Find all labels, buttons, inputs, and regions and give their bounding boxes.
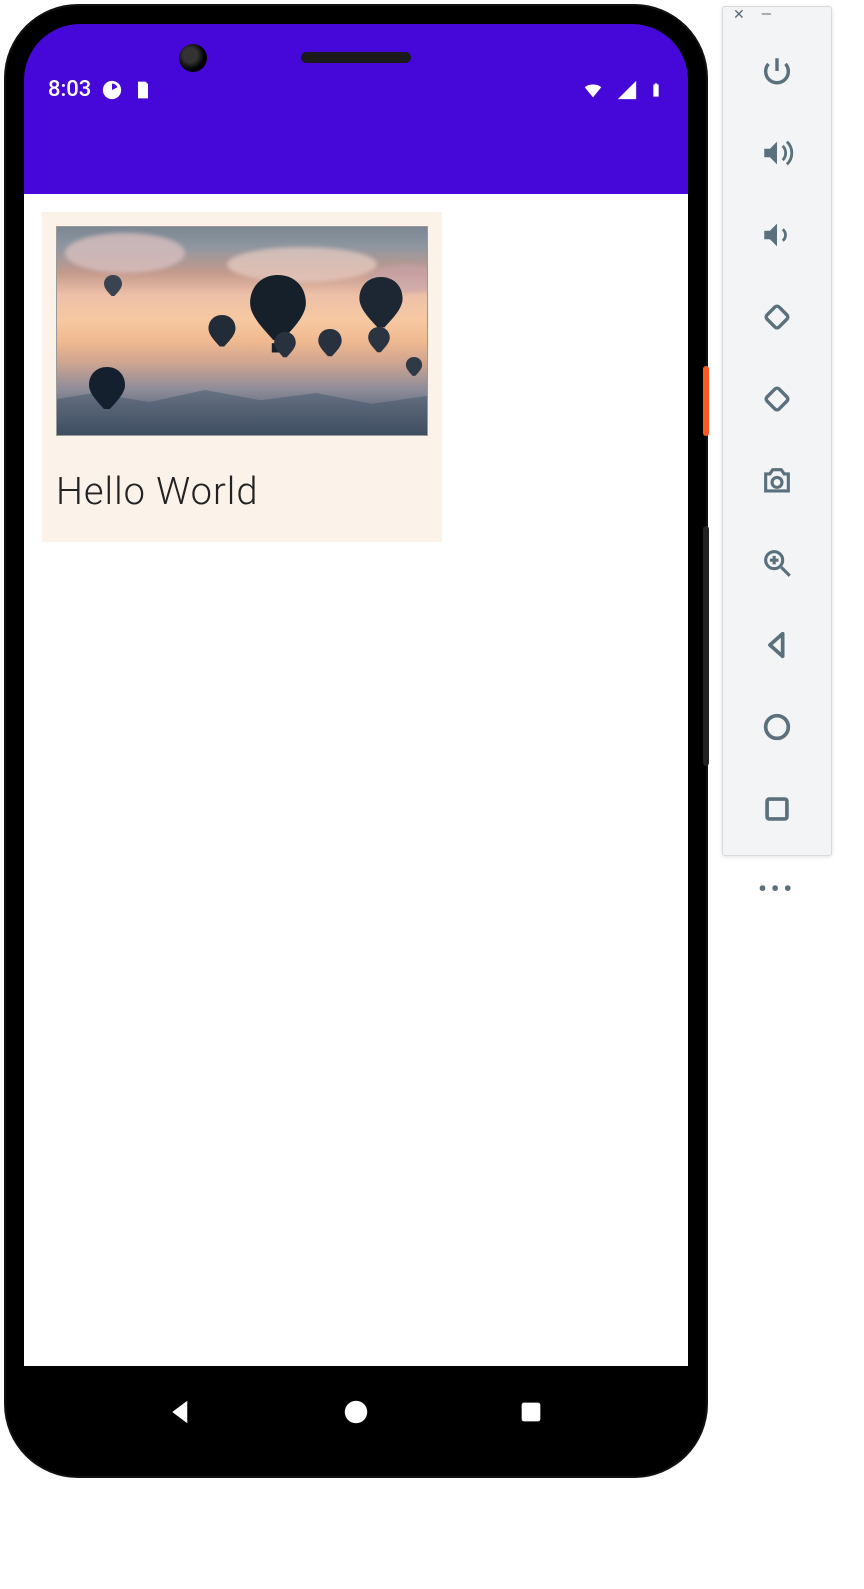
back-icon[interactable] (755, 623, 799, 667)
status-right (580, 78, 664, 102)
app-content: Hello World (24, 194, 688, 1366)
more-icon[interactable]: ••• (758, 875, 796, 903)
device-volume-rocker (703, 526, 709, 766)
hello-card[interactable]: Hello World (42, 212, 442, 542)
device-speaker (301, 52, 411, 63)
card-title: Hello World (56, 470, 428, 514)
overview-icon[interactable] (755, 787, 799, 831)
nav-back-button[interactable] (151, 1382, 211, 1442)
device-front-camera (179, 44, 207, 72)
window-minimize-button[interactable]: — (761, 7, 772, 23)
zoom-in-icon[interactable] (755, 541, 799, 585)
device-screen: 8:03 (24, 24, 688, 1458)
device-power-button (703, 366, 709, 436)
battery-icon (648, 78, 664, 102)
app-bar (24, 116, 688, 194)
nav-home-button[interactable] (326, 1382, 386, 1442)
device-frame: 8:03 (6, 6, 706, 1476)
rotate-left-icon[interactable] (755, 295, 799, 339)
android-status-bar: 8:03 (24, 24, 688, 116)
card-image (56, 226, 428, 436)
sdcard-icon (133, 79, 153, 101)
toolbar-window-controls: ✕ — (723, 7, 831, 23)
android-nav-bar (24, 1366, 688, 1458)
timer-icon (101, 79, 123, 101)
emulator-toolbar: ✕ — ••• (722, 6, 832, 856)
home-icon[interactable] (755, 705, 799, 749)
camera-icon[interactable] (755, 459, 799, 503)
power-icon[interactable] (755, 49, 799, 93)
signal-icon (616, 79, 638, 101)
wifi-icon (580, 79, 606, 101)
status-clock: 8:03 (48, 77, 91, 102)
window-close-button[interactable]: ✕ (733, 7, 745, 23)
volume-down-icon[interactable] (755, 213, 799, 257)
volume-up-icon[interactable] (755, 131, 799, 175)
nav-recent-button[interactable] (501, 1382, 561, 1442)
status-left: 8:03 (48, 77, 153, 102)
rotate-right-icon[interactable] (755, 377, 799, 421)
